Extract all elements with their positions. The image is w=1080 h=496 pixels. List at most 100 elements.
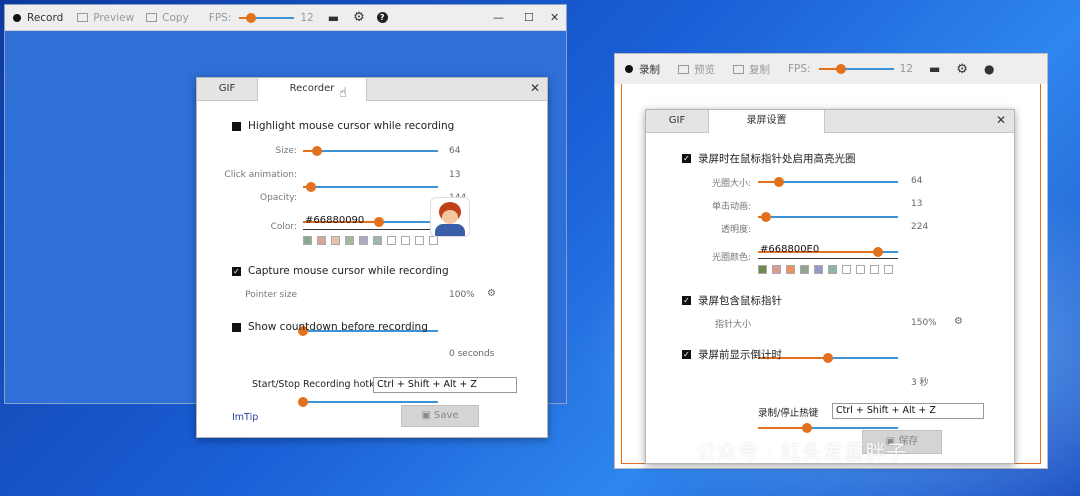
color-swatch[interactable] xyxy=(870,265,879,274)
record-icon xyxy=(13,13,21,22)
color-swatches-zh[interactable] xyxy=(758,265,903,275)
color-swatch[interactable] xyxy=(331,236,340,245)
countdown-checkbox-zh[interactable]: ✓ 录屏前显示倒计时 xyxy=(682,347,782,362)
capture-cursor-checkbox[interactable]: ✓ Capture mouse cursor while recording xyxy=(232,265,449,277)
capture-cursor-checkbox-zh[interactable]: ✓ 录屏包含鼠标指针 xyxy=(682,293,782,308)
fps-slider-zh[interactable] xyxy=(818,63,894,75)
tab-gif-zh[interactable]: GIF xyxy=(646,110,708,132)
size-label: Size: xyxy=(275,146,297,156)
fps-label-zh: FPS: xyxy=(788,63,811,75)
size-slider[interactable] xyxy=(303,145,438,157)
image-icon xyxy=(678,64,689,74)
close-icon[interactable]: ✕ xyxy=(530,81,540,95)
highlight-checkbox-zh[interactable]: ✓ 录屏时在鼠标指针处启用高亮光圈 xyxy=(682,151,856,166)
click-animation-value-zh: 13 xyxy=(911,199,923,209)
color-swatch[interactable] xyxy=(345,236,354,245)
close-icon[interactable]: ✕ xyxy=(550,5,559,30)
size-label-zh: 光圈大小: xyxy=(711,179,751,189)
color-swatch[interactable] xyxy=(758,265,767,274)
color-swatch[interactable] xyxy=(429,236,438,245)
help-icon[interactable]: ? xyxy=(376,12,388,23)
click-animation-label-zh: 单击动画: xyxy=(711,202,751,212)
hotkey-input-zh[interactable]: Ctrl + Shift + Alt + Z xyxy=(832,403,984,419)
maximize-icon[interactable]: ☐ xyxy=(524,5,534,30)
color-underline xyxy=(303,229,437,230)
color-swatch[interactable] xyxy=(359,236,368,245)
highlight-checkbox[interactable]: Highlight mouse cursor while recording xyxy=(232,120,454,132)
pointer-size-label-zh: 指针大小 xyxy=(714,320,751,330)
color-value-zh: #668800E0 xyxy=(760,244,820,255)
color-swatch[interactable] xyxy=(387,236,396,245)
save-icon: ▣ xyxy=(421,410,435,421)
color-swatch[interactable] xyxy=(772,265,781,274)
tab-recorder-zh[interactable]: 录屏设置 xyxy=(708,110,825,133)
countdown-value: 0 seconds xyxy=(449,349,495,359)
countdown-checkbox[interactable]: Show countdown before recording xyxy=(232,321,428,333)
gear-icon[interactable]: ⚙ xyxy=(353,10,365,25)
recorder-toolbar: Record Preview Copy FPS: 12 ▬ ⚙ ? — ☐ ✕ xyxy=(5,5,566,31)
record-button[interactable]: Record xyxy=(13,12,63,24)
preview-button-zh[interactable]: 预览 xyxy=(678,62,715,77)
color-swatch[interactable] xyxy=(303,236,312,245)
fps-value-zh: 12 xyxy=(899,63,913,75)
close-icon[interactable]: ✕ xyxy=(996,113,1006,127)
copy-button[interactable]: Copy xyxy=(146,12,189,24)
pointer-size-value-zh: 150% xyxy=(911,318,937,328)
color-swatch[interactable] xyxy=(884,265,893,274)
checkbox-checked: ✓ xyxy=(232,266,241,276)
color-value: #66880090 xyxy=(305,215,365,226)
color-label-zh: 光圈颜色: xyxy=(711,253,751,263)
color-swatch[interactable] xyxy=(842,265,851,274)
size-value-zh: 64 xyxy=(911,176,923,186)
click-animation-slider[interactable] xyxy=(303,181,438,193)
checkbox-checked: ✓ xyxy=(682,154,691,163)
imtip-link[interactable]: ImTip xyxy=(232,412,258,423)
record-icon xyxy=(625,65,633,73)
color-swatch[interactable] xyxy=(373,236,382,245)
folder-icon[interactable]: ▬ xyxy=(328,11,339,25)
color-swatch[interactable] xyxy=(814,265,823,274)
github-icon[interactable]: ● xyxy=(984,62,994,76)
preview-button[interactable]: Preview xyxy=(77,12,134,24)
opacity-label-zh: 透明度: xyxy=(720,225,751,235)
checkbox-checked: ✓ xyxy=(682,350,691,359)
color-swatch[interactable] xyxy=(856,265,865,274)
color-swatch[interactable] xyxy=(317,236,326,245)
tab-recorder[interactable]: Recorder xyxy=(257,78,367,101)
save-button[interactable]: ▣ Save xyxy=(401,405,479,427)
dialog-tabs: GIF Recorder ☝ ✕ xyxy=(197,78,547,101)
color-swatch[interactable] xyxy=(401,236,410,245)
hotkey-label: Start/Stop Recording hotkey: xyxy=(252,379,389,390)
opacity-label: Opacity: xyxy=(260,193,297,203)
hotkey-label-zh: 录制/停止热键 xyxy=(758,408,819,419)
copy-icon xyxy=(146,13,158,22)
color-swatch[interactable] xyxy=(415,236,424,245)
image-icon xyxy=(77,13,89,22)
hotkey-input[interactable]: Ctrl + Shift + Alt + Z xyxy=(373,377,517,393)
fps-label: FPS: xyxy=(208,11,232,24)
minimize-icon[interactable]: — xyxy=(493,5,504,30)
checkbox-unchecked xyxy=(232,322,241,332)
copy-button-zh[interactable]: 复制 xyxy=(733,62,770,77)
color-underline xyxy=(758,258,898,259)
folder-icon[interactable]: ▬ xyxy=(929,62,940,76)
click-animation-label: Click animation: xyxy=(224,170,297,180)
opacity-value-zh: 224 xyxy=(911,222,929,232)
click-animation-slider-zh[interactable] xyxy=(758,211,898,223)
pointer-settings-gear-icon[interactable]: ⚙ xyxy=(954,316,963,327)
color-swatches[interactable] xyxy=(303,236,443,246)
tab-gif[interactable]: GIF xyxy=(197,78,257,100)
gear-icon[interactable]: ⚙ xyxy=(956,62,968,77)
color-swatch[interactable] xyxy=(828,265,837,274)
pointer-settings-gear-icon[interactable]: ⚙ xyxy=(487,288,496,299)
hand-cursor-icon: ☝ xyxy=(339,86,347,101)
pointer-size-value: 100% xyxy=(449,290,475,300)
fps-slider[interactable] xyxy=(239,12,295,24)
record-button-zh[interactable]: 录制 xyxy=(625,62,660,77)
size-value: 64 xyxy=(449,146,461,156)
color-swatch[interactable] xyxy=(786,265,795,274)
checkbox-checked: ✓ xyxy=(682,296,691,305)
color-swatch[interactable] xyxy=(800,265,809,274)
recorder-settings-dialog: GIF Recorder ☝ ✕ Highlight mouse cursor … xyxy=(196,77,548,438)
size-slider-zh[interactable] xyxy=(758,176,898,188)
